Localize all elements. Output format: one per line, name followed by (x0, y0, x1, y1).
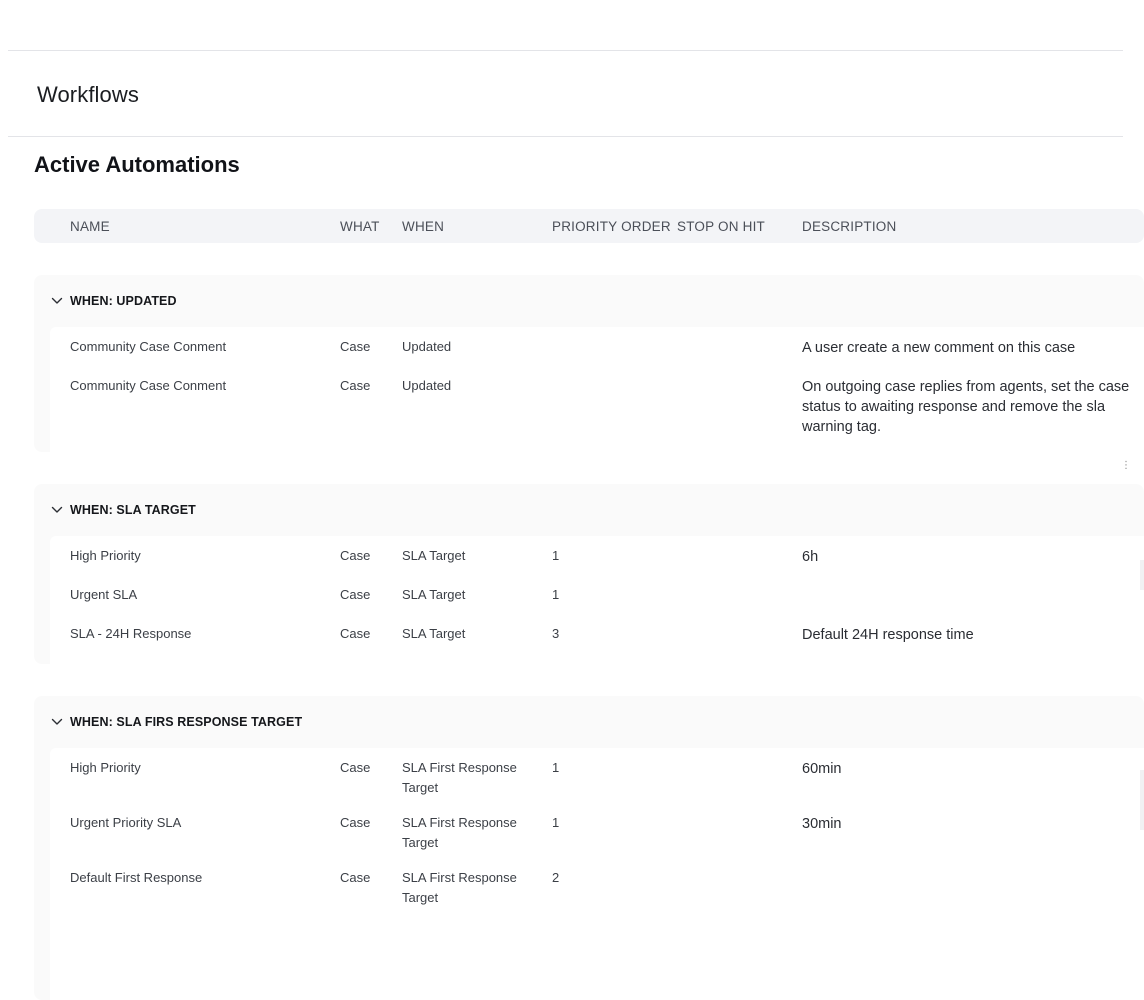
row-what: Case (340, 587, 371, 602)
row-name: SLA - 24H Response (70, 626, 192, 641)
column-header-when[interactable]: WHEN (402, 219, 444, 234)
row-what: Case (340, 870, 371, 885)
table-header: NAME WHAT WHEN PRIORITY ORDER STOP ON HI… (34, 209, 1144, 243)
row-description: Default 24H response time (802, 627, 974, 643)
row-when: SLA First Response Target (402, 760, 517, 795)
row-priority: 3 (552, 626, 560, 641)
row-what: Case (340, 378, 371, 393)
group-label: WHEN: UPDATED (70, 294, 177, 308)
chevron-down-icon[interactable] (51, 295, 63, 307)
group-when-updated: WHEN: UPDATED Community Case Conment Cas… (34, 275, 1144, 452)
table-row[interactable]: Default First Response Case SLA First Re… (50, 868, 1144, 922)
header-divider (8, 136, 1123, 137)
row-name: High Priority (70, 760, 141, 775)
row-when: Updated (402, 339, 452, 354)
row-name: Urgent SLA (70, 587, 138, 602)
row-description: 6h (802, 549, 819, 565)
overflow-dots-icon: ⋮ (1121, 460, 1131, 471)
row-name: Community Case Conment (70, 339, 227, 354)
row-what: Case (340, 815, 371, 830)
row-what: Case (340, 626, 371, 641)
row-when: SLA Target (402, 626, 466, 641)
table-row[interactable]: SLA - 24H Response Case SLA Target 3 Def… (50, 624, 1144, 662)
page-title: Workflows (37, 82, 139, 107)
row-name: Community Case Conment (70, 378, 227, 393)
group-header[interactable]: WHEN: SLA FIRS RESPONSE TARGET (34, 696, 1144, 748)
row-description: 30min (802, 816, 842, 832)
group-rows: Community Case Conment Case Updated A us… (50, 327, 1144, 452)
table-row[interactable]: Urgent Priority SLA Case SLA First Respo… (50, 813, 1144, 867)
row-what: Case (340, 760, 371, 775)
row-what: Case (340, 339, 371, 354)
column-header-what[interactable]: WHAT (340, 219, 380, 234)
group-header[interactable]: WHEN: UPDATED (34, 275, 1144, 327)
table-row[interactable]: High Priority Case SLA Target 1 6h (50, 546, 1144, 584)
scroll-edge (1140, 560, 1144, 590)
top-divider (8, 50, 1123, 51)
column-header-priority-order[interactable]: PRIORITY ORDER (552, 219, 671, 234)
group-when-sla-first-response-target: WHEN: SLA FIRS RESPONSE TARGET High Prio… (34, 696, 1144, 1000)
row-when: SLA First Response Target (402, 815, 517, 850)
row-when: SLA Target (402, 587, 466, 602)
group-label: WHEN: SLA TARGET (70, 503, 196, 517)
row-name: Urgent Priority SLA (70, 815, 182, 830)
table-row[interactable]: Community Case Conment Case Updated On o… (50, 376, 1144, 440)
group-rows: High Priority Case SLA First Response Ta… (50, 748, 1144, 1000)
row-priority: 1 (552, 548, 560, 563)
row-name: High Priority (70, 548, 141, 563)
workflows-page: Workflows Active Automations NAME WHAT W… (0, 0, 1144, 1000)
table-row[interactable]: High Priority Case SLA First Response Ta… (50, 758, 1144, 812)
table-row[interactable]: Urgent SLA Case SLA Target 1 (50, 585, 1144, 623)
group-label: WHEN: SLA FIRS RESPONSE TARGET (70, 715, 303, 729)
column-header-description[interactable]: DESCRIPTION (802, 219, 896, 234)
group-rows: High Priority Case SLA Target 1 6h Urgen… (50, 536, 1144, 664)
table-row[interactable]: Community Case Conment Case Updated A us… (50, 337, 1144, 375)
row-priority: 1 (552, 815, 560, 830)
chevron-down-icon[interactable] (51, 504, 63, 516)
chevron-down-icon[interactable] (51, 716, 63, 728)
column-header-name[interactable]: NAME (70, 219, 110, 234)
row-when: Updated (402, 378, 452, 393)
row-description: 60min (802, 761, 842, 777)
row-priority: 1 (552, 760, 560, 775)
section-title: Active Automations (34, 152, 240, 177)
column-header-stop-on-hit[interactable]: STOP ON HIT (677, 219, 765, 234)
row-description: A user create a new comment on this case (802, 340, 1076, 356)
scroll-edge (1140, 770, 1144, 830)
row-name: Default First Response (70, 870, 203, 885)
row-priority: 1 (552, 587, 560, 602)
row-when: SLA Target (402, 548, 466, 563)
row-priority: 2 (552, 870, 560, 885)
group-when-sla-target: WHEN: SLA TARGET High Priority Case SLA … (34, 484, 1144, 664)
row-when: SLA First Response Target (402, 870, 517, 905)
row-what: Case (340, 548, 371, 563)
row-description: On outgoing case replies from agents, se… (802, 379, 1130, 435)
group-header[interactable]: WHEN: SLA TARGET (34, 484, 1144, 536)
